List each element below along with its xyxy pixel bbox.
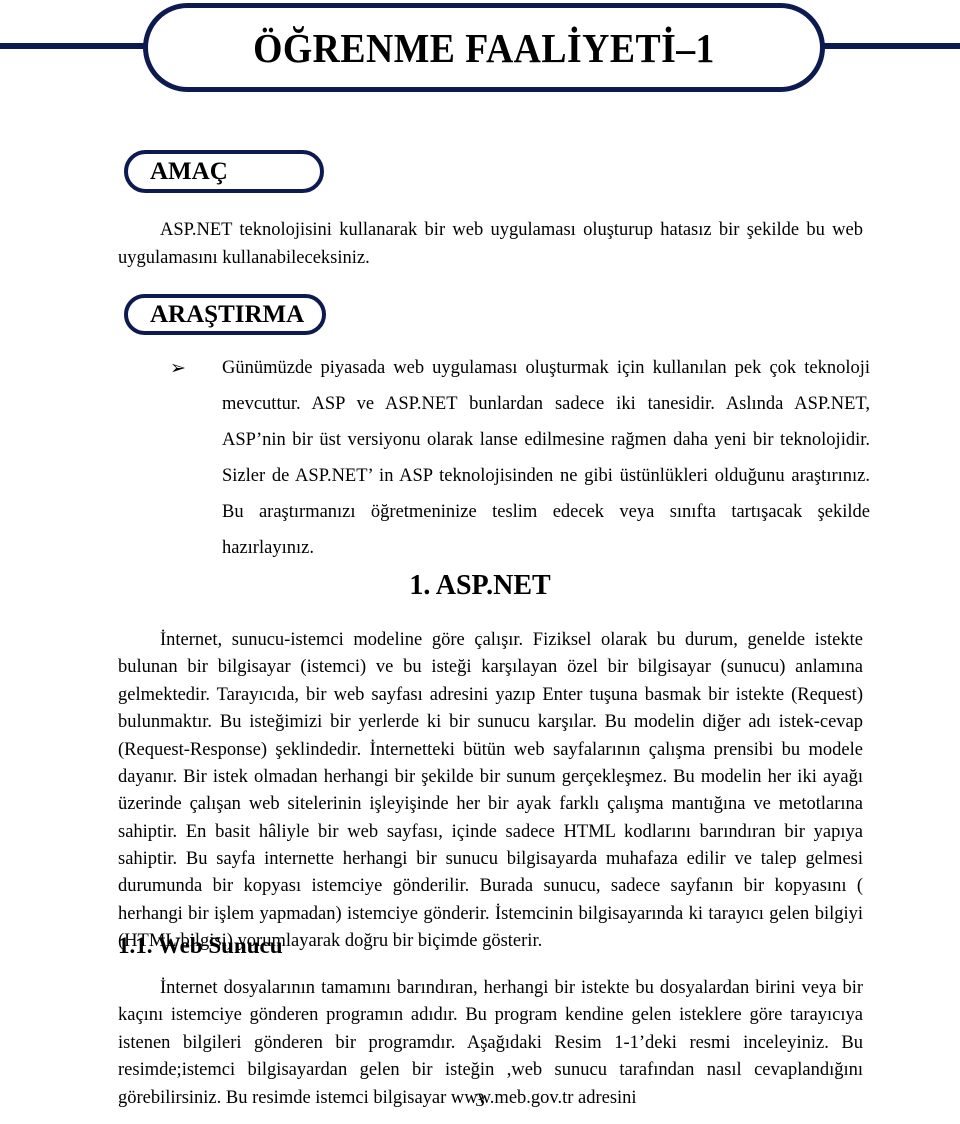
- page-header-banner: ÖĞRENME FAALİYETİ–1: [0, 0, 960, 100]
- chapter-heading: 1. ASP.NET: [409, 570, 551, 601]
- arastirma-bullet-item: ➢ Günümüzde piyasada web uygulaması oluş…: [170, 350, 870, 566]
- arrow-bullet-icon: ➢: [170, 358, 186, 379]
- amac-paragraph: ASP.NET teknolojisini kullanarak bir web…: [118, 220, 863, 269]
- page-number: 3: [475, 1090, 485, 1111]
- section-label-amac: AMAÇ: [124, 150, 324, 193]
- banner-title-pill: ÖĞRENME FAALİYETİ–1: [143, 3, 825, 92]
- asp-net-intro-paragraph: İnternet, sunucu-istemci modeline göre ç…: [118, 630, 863, 952]
- page-title: ÖĞRENME FAALİYETİ–1: [253, 24, 715, 71]
- section-label-amac-text: AMAÇ: [150, 157, 228, 185]
- subsection-heading: 1.1. Web Sunucu: [118, 933, 283, 958]
- document-page: ÖĞRENME FAALİYETİ–1 AMAÇ ASP.NET teknolo…: [0, 0, 960, 1124]
- arastirma-bullet-text: Günümüzde piyasada web uygulaması oluştu…: [222, 358, 870, 559]
- section-label-arastirma: ARAŞTIRMA: [124, 294, 326, 335]
- section-label-arastirma-text: ARAŞTIRMA: [150, 300, 305, 328]
